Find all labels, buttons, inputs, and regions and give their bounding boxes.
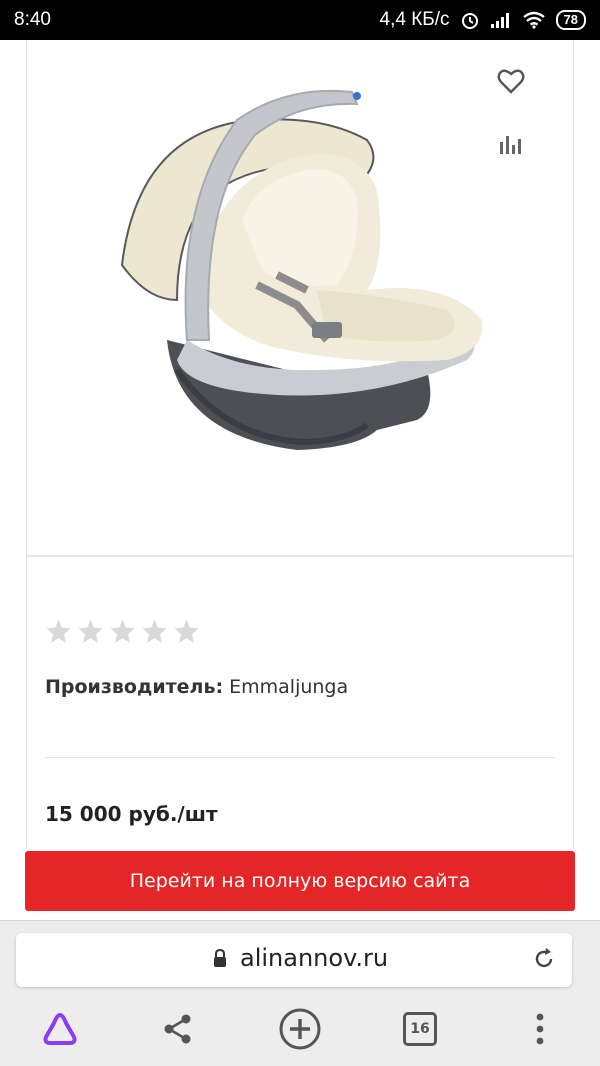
browser-toolbar: 16 xyxy=(0,1005,600,1061)
full-site-button[interactable]: Перейти на полную версию сайта xyxy=(25,851,575,911)
status-time: 8:40 xyxy=(14,9,51,30)
star-icon xyxy=(174,619,199,643)
share-button[interactable] xyxy=(148,1005,208,1053)
info-divider xyxy=(45,757,555,758)
star-icon xyxy=(46,619,71,643)
manufacturer-line: Производитель: Emmaljunga xyxy=(45,676,348,698)
status-indicators: 4,4 КБ/с 78 xyxy=(380,9,586,31)
star-icon xyxy=(110,619,135,643)
star-icon xyxy=(142,619,167,643)
product-card: Производитель: Emmaljunga 15 000 руб./шт xyxy=(26,40,574,848)
lock-icon xyxy=(214,948,226,967)
wifi-icon xyxy=(522,11,545,29)
alarm-icon xyxy=(461,13,478,29)
status-bar: 8:40 4,4 КБ/с 78 xyxy=(0,0,600,40)
browser-chrome: alinannov.ru 16 xyxy=(0,920,600,1066)
manufacturer-value[interactable]: Emmaljunga xyxy=(229,676,348,698)
tabs-icon: 16 xyxy=(403,1012,437,1046)
product-price: 15 000 руб./шт xyxy=(45,802,218,826)
url-text[interactable]: alinannov.ru xyxy=(240,944,388,972)
star-icon xyxy=(78,619,103,643)
menu-button[interactable] xyxy=(510,1005,570,1053)
menu-icon xyxy=(536,1013,544,1045)
alice-icon xyxy=(43,1013,77,1045)
tabs-button[interactable]: 16 xyxy=(390,1005,450,1053)
address-bar[interactable]: alinannov.ru xyxy=(16,933,572,987)
share-icon xyxy=(164,1014,191,1044)
heart-icon[interactable] xyxy=(497,68,525,94)
alice-button[interactable] xyxy=(30,1005,90,1053)
signal-icon xyxy=(490,13,509,28)
network-speed: 4,4 КБ/с xyxy=(379,9,450,30)
car-seat-image xyxy=(120,89,483,450)
product-image[interactable] xyxy=(27,40,573,556)
reload-icon[interactable] xyxy=(532,947,556,971)
new-tab-button[interactable] xyxy=(270,1005,330,1053)
manufacturer-label: Производитель: xyxy=(45,676,224,698)
compare-icon[interactable] xyxy=(498,132,524,156)
battery-indicator: 78 xyxy=(555,10,586,30)
rating-stars[interactable] xyxy=(45,618,200,645)
new-tab-icon xyxy=(279,1008,321,1050)
card-divider xyxy=(27,555,573,557)
